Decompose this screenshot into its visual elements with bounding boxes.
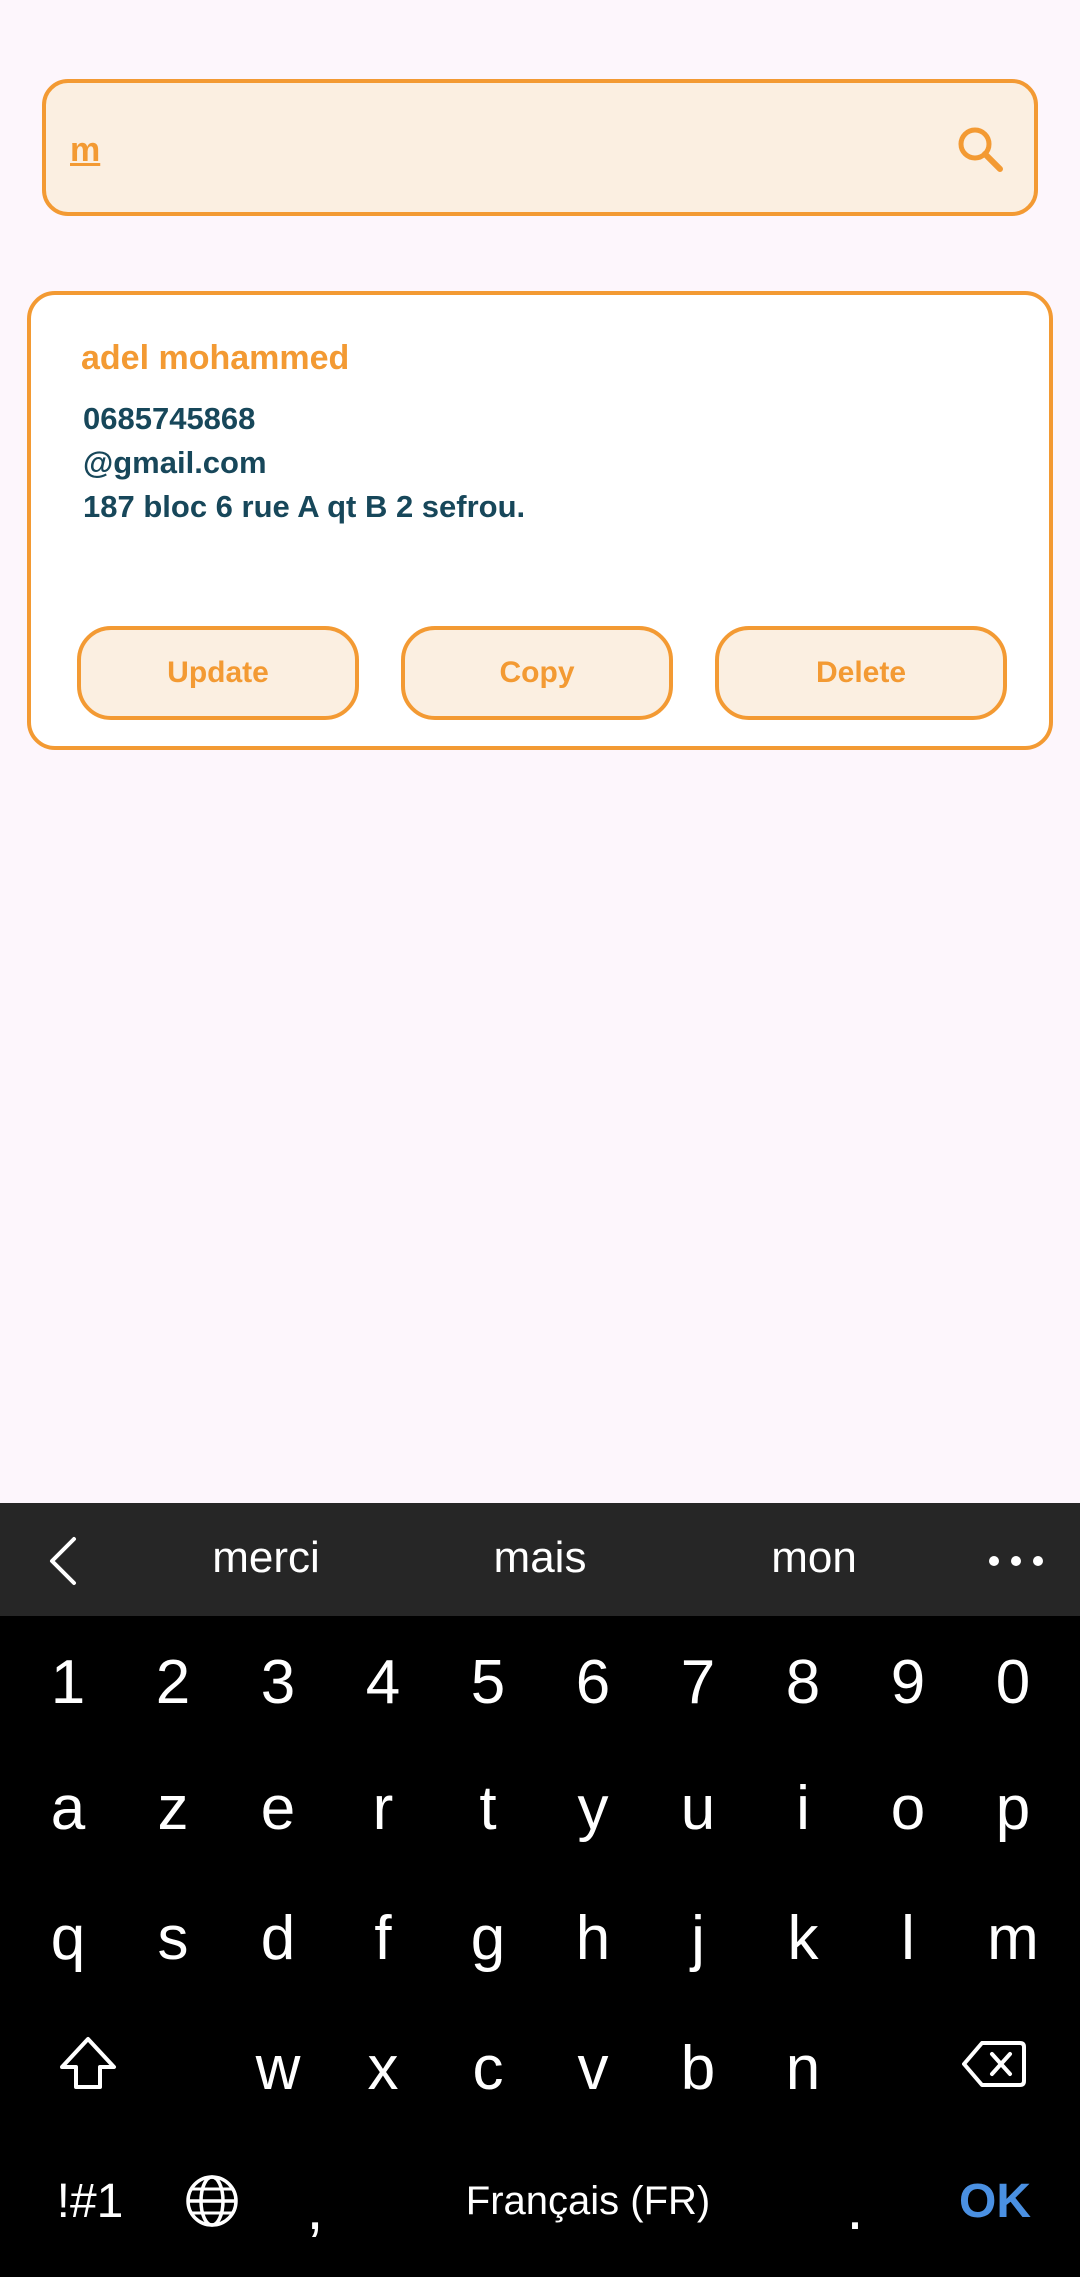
suggestion-3[interactable]: mon bbox=[714, 1533, 914, 1583]
key-s[interactable]: s bbox=[128, 1883, 218, 1993]
key-x[interactable]: x bbox=[338, 2013, 428, 2123]
key-m[interactable]: m bbox=[968, 1883, 1058, 1993]
key-1[interactable]: 1 bbox=[23, 1627, 113, 1737]
comma-key[interactable]: , bbox=[290, 2163, 340, 2253]
key-o[interactable]: o bbox=[863, 1753, 953, 1863]
globe-icon[interactable] bbox=[184, 2173, 240, 2229]
key-j[interactable]: j bbox=[653, 1883, 743, 1993]
backspace-icon[interactable] bbox=[962, 2039, 1026, 2089]
shift-icon[interactable] bbox=[56, 2035, 120, 2093]
keyboard: merci mais mon 1 2 3 4 5 6 7 8 9 0 a z e… bbox=[0, 1503, 1080, 2277]
key-c[interactable]: c bbox=[443, 2013, 533, 2123]
key-4[interactable]: 4 bbox=[338, 1627, 428, 1737]
search-bar[interactable]: m bbox=[42, 79, 1038, 216]
key-g[interactable]: g bbox=[443, 1883, 533, 1993]
key-a[interactable]: a bbox=[23, 1753, 113, 1863]
search-input[interactable]: m bbox=[70, 131, 100, 170]
key-p[interactable]: p bbox=[968, 1753, 1058, 1863]
suggestion-1[interactable]: merci bbox=[166, 1533, 366, 1583]
key-u[interactable]: u bbox=[653, 1753, 743, 1863]
key-r[interactable]: r bbox=[338, 1753, 428, 1863]
key-v[interactable]: v bbox=[548, 2013, 638, 2123]
key-w[interactable]: w bbox=[233, 2013, 323, 2123]
suggestion-bar: merci mais mon bbox=[0, 1503, 1080, 1616]
contact-email: @gmail.com bbox=[83, 445, 267, 480]
key-n[interactable]: n bbox=[758, 2013, 848, 2123]
key-q[interactable]: q bbox=[23, 1883, 113, 1993]
search-icon[interactable] bbox=[954, 123, 1006, 175]
suggestion-2[interactable]: mais bbox=[440, 1533, 640, 1583]
key-z[interactable]: z bbox=[128, 1753, 218, 1863]
ok-key[interactable]: OK bbox=[940, 2161, 1050, 2241]
contact-name: adel mohammed bbox=[81, 339, 350, 377]
key-h[interactable]: h bbox=[548, 1883, 638, 1993]
update-button[interactable]: Update bbox=[77, 626, 359, 720]
key-9[interactable]: 9 bbox=[863, 1627, 953, 1737]
key-8[interactable]: 8 bbox=[758, 1627, 848, 1737]
more-options-icon[interactable] bbox=[988, 1555, 1044, 1567]
key-t[interactable]: t bbox=[443, 1753, 533, 1863]
key-d[interactable]: d bbox=[233, 1883, 323, 1993]
key-b[interactable]: b bbox=[653, 2013, 743, 2123]
key-2[interactable]: 2 bbox=[128, 1627, 218, 1737]
copy-button[interactable]: Copy bbox=[401, 626, 673, 720]
contact-card: adel mohammed 0685745868 @gmail.com 187 … bbox=[27, 291, 1053, 750]
key-i[interactable]: i bbox=[758, 1753, 848, 1863]
key-k[interactable]: k bbox=[758, 1883, 848, 1993]
contact-phone: 0685745868 bbox=[83, 401, 256, 436]
space-key[interactable]: Français (FR) bbox=[388, 2163, 788, 2239]
key-6[interactable]: 6 bbox=[548, 1627, 638, 1737]
delete-button[interactable]: Delete bbox=[715, 626, 1007, 720]
key-y[interactable]: y bbox=[548, 1753, 638, 1863]
symbols-key[interactable]: !#1 bbox=[40, 2161, 140, 2241]
contact-address: 187 bloc 6 rue A qt B 2 sefrou. bbox=[83, 489, 526, 524]
key-7[interactable]: 7 bbox=[653, 1627, 743, 1737]
key-l[interactable]: l bbox=[863, 1883, 953, 1993]
key-0[interactable]: 0 bbox=[968, 1627, 1058, 1737]
key-e[interactable]: e bbox=[233, 1753, 323, 1863]
key-f[interactable]: f bbox=[338, 1883, 428, 1993]
key-5[interactable]: 5 bbox=[443, 1627, 533, 1737]
key-3[interactable]: 3 bbox=[233, 1627, 323, 1737]
chevron-left-icon[interactable] bbox=[40, 1533, 90, 1589]
period-key[interactable]: . bbox=[830, 2163, 880, 2253]
